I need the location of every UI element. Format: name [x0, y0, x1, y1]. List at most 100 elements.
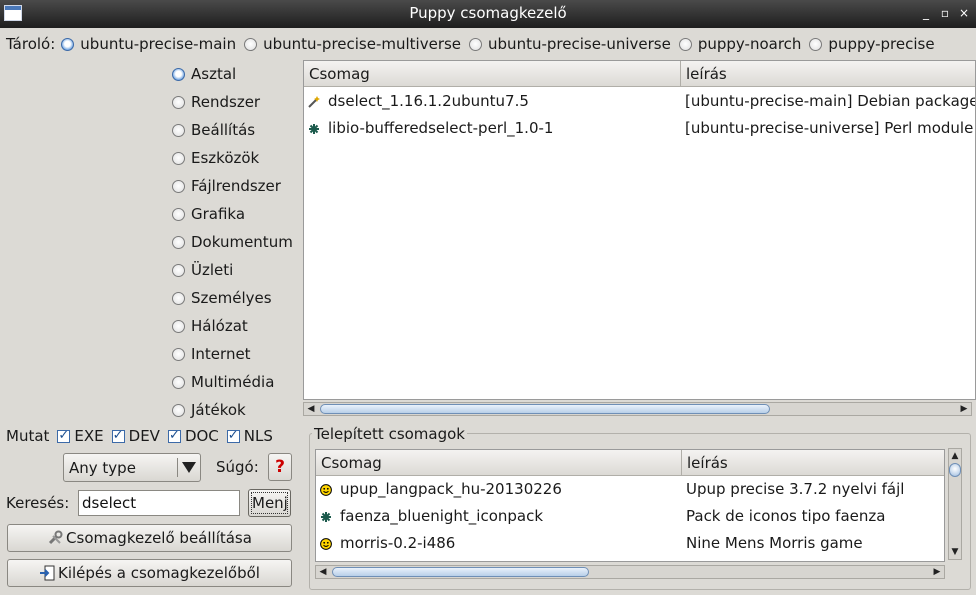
repo-option-puppy-precise[interactable]: puppy-precise	[809, 35, 935, 53]
radio-icon[interactable]	[172, 123, 185, 137]
package-name: upup_langpack_hu-20130226	[340, 480, 562, 498]
table-row[interactable]: upup_langpack_hu-20130226 Upup precise 3…	[316, 476, 944, 503]
packages-hscrollbar[interactable]: ◀ ▶	[303, 402, 972, 416]
radio-icon[interactable]	[172, 235, 185, 249]
radio-icon[interactable]	[172, 179, 185, 193]
title-bar: Puppy csomagkezelő _ ▫ ×	[0, 0, 976, 28]
help-button[interactable]: ?	[268, 453, 292, 481]
filter-nls[interactable]: NLS	[226, 427, 273, 445]
checkbox-icon[interactable]	[111, 428, 125, 443]
category-label: Üzleti	[191, 261, 234, 279]
repo-option-label: puppy-noarch	[697, 35, 802, 53]
category-label: Rendszer	[191, 93, 261, 111]
radio-icon[interactable]	[809, 37, 823, 51]
package-description: Pack de iconos tipo faenza	[686, 507, 886, 525]
scroll-left-icon[interactable]: ◀	[305, 403, 317, 415]
category-label: Beállítás	[191, 121, 256, 139]
installed-vscrollbar[interactable]: ▲ ▼	[948, 448, 962, 560]
checkbox-icon[interactable]	[57, 428, 71, 443]
category-multimedia[interactable]: Multimédia	[172, 368, 293, 396]
radio-icon[interactable]	[244, 37, 258, 51]
repo-option-label: ubuntu-precise-main	[80, 35, 237, 53]
package-name: faenza_bluenight_iconpack	[340, 507, 544, 525]
scroll-right-icon[interactable]: ▶	[958, 403, 970, 415]
repo-option-universe[interactable]: ubuntu-precise-universe	[469, 35, 671, 53]
repo-option-main[interactable]: ubuntu-precise-main	[61, 35, 236, 53]
radio-icon[interactable]	[172, 319, 185, 333]
search-label: Keresés:	[6, 494, 70, 512]
filter-dev[interactable]: DEV	[111, 427, 160, 445]
radio-icon[interactable]	[678, 37, 692, 51]
category-fajlrendszer[interactable]: Fájlrendszer	[172, 172, 293, 200]
settings-button-label: Csomagkezelő beállítása	[66, 529, 252, 547]
scrollbar-thumb[interactable]	[332, 567, 589, 577]
radio-icon[interactable]	[172, 263, 185, 277]
chevron-down-icon[interactable]	[182, 462, 196, 473]
scrollbar-thumb[interactable]	[320, 404, 770, 414]
type-dropdown[interactable]: Any type	[63, 453, 201, 482]
show-filter-row: Mutat EXE DEV DOC NLS	[6, 426, 273, 446]
scroll-right-icon[interactable]: ▶	[931, 566, 943, 578]
table-row[interactable]: dselect_1.16.1.2ubuntu7.5 [ubuntu-precis…	[304, 88, 975, 115]
category-label: Hálózat	[191, 317, 248, 335]
scroll-up-icon[interactable]: ▲	[949, 450, 961, 462]
maximize-button[interactable]: ▫	[937, 5, 953, 21]
radio-icon[interactable]	[172, 151, 185, 165]
repo-option-multiverse[interactable]: ubuntu-precise-multiverse	[244, 35, 461, 53]
scrollbar-thumb[interactable]	[949, 463, 961, 477]
filter-exe[interactable]: EXE	[57, 427, 104, 445]
radio-icon[interactable]	[172, 207, 185, 221]
package-name: libio-bufferedselect-perl_1.0-1	[328, 119, 554, 137]
category-beallitas[interactable]: Beállítás	[172, 116, 293, 144]
table-row[interactable]: libio-bufferedselect-perl_1.0-1 [ubuntu-…	[304, 115, 975, 142]
table-row[interactable]: morris-0.2-i486 Nine Mens Morris game	[316, 530, 944, 557]
category-internet[interactable]: Internet	[172, 340, 293, 368]
category-uzleti[interactable]: Üzleti	[172, 256, 293, 284]
minimize-button[interactable]: _	[918, 5, 934, 21]
exit-button[interactable]: Kilépés a csomagkezelőből	[7, 559, 292, 587]
category-dokumentum[interactable]: Dokumentum	[172, 228, 293, 256]
search-input[interactable]	[78, 490, 240, 516]
radio-icon[interactable]	[172, 67, 185, 81]
settings-button[interactable]: Csomagkezelő beállítása	[7, 524, 292, 552]
category-halozat[interactable]: Hálózat	[172, 312, 293, 340]
category-grafika[interactable]: Grafika	[172, 200, 293, 228]
column-header-description[interactable]: leírás	[681, 61, 975, 87]
category-label: Dokumentum	[191, 233, 293, 251]
column-header-description[interactable]: leírás	[682, 450, 944, 476]
radio-icon[interactable]	[61, 37, 75, 51]
radio-icon[interactable]	[172, 347, 185, 361]
category-rendszer[interactable]: Rendszer	[172, 88, 293, 116]
filter-doc[interactable]: DOC	[167, 427, 219, 445]
installed-hscrollbar[interactable]: ◀ ▶	[315, 565, 945, 579]
scroll-down-icon[interactable]: ▼	[949, 546, 961, 558]
category-jatekok[interactable]: Játékok	[172, 396, 293, 424]
category-asztal[interactable]: Asztal	[172, 60, 293, 88]
scroll-left-icon[interactable]: ◀	[317, 566, 329, 578]
close-button[interactable]: ×	[956, 5, 972, 21]
repo-label: Tároló:	[6, 35, 56, 53]
radio-icon[interactable]	[172, 95, 185, 109]
repo-option-noarch[interactable]: puppy-noarch	[678, 35, 802, 53]
radio-icon[interactable]	[469, 37, 483, 51]
question-icon: ?	[275, 457, 285, 477]
radio-icon[interactable]	[172, 375, 185, 389]
column-header-package[interactable]: Csomag	[304, 61, 681, 87]
search-go-button[interactable]: Menj	[248, 489, 291, 517]
exit-icon	[40, 565, 55, 581]
category-eszkozok[interactable]: Eszközök	[172, 144, 293, 172]
category-label: Multimédia	[191, 373, 275, 391]
smiley-icon	[320, 483, 332, 496]
installed-table[interactable]: Csomag leírás upup_langpack_hu-20130226 …	[315, 449, 945, 562]
package-description: Upup precise 3.7.2 nyelvi fájl	[686, 480, 905, 498]
type-dropdown-value: Any type	[69, 459, 136, 477]
packages-table[interactable]: Csomag leírás dselect_1.16.1.2ubuntu7.5 …	[303, 60, 976, 400]
table-row[interactable]: faenza_bluenight_iconpack Pack de iconos…	[316, 503, 944, 530]
checkbox-icon[interactable]	[226, 428, 240, 443]
checkbox-icon[interactable]	[167, 428, 181, 443]
star-icon	[309, 123, 319, 134]
radio-icon[interactable]	[172, 403, 185, 417]
column-header-package[interactable]: Csomag	[316, 450, 682, 476]
category-szemelyes[interactable]: Személyes	[172, 284, 293, 312]
radio-icon[interactable]	[172, 291, 185, 305]
